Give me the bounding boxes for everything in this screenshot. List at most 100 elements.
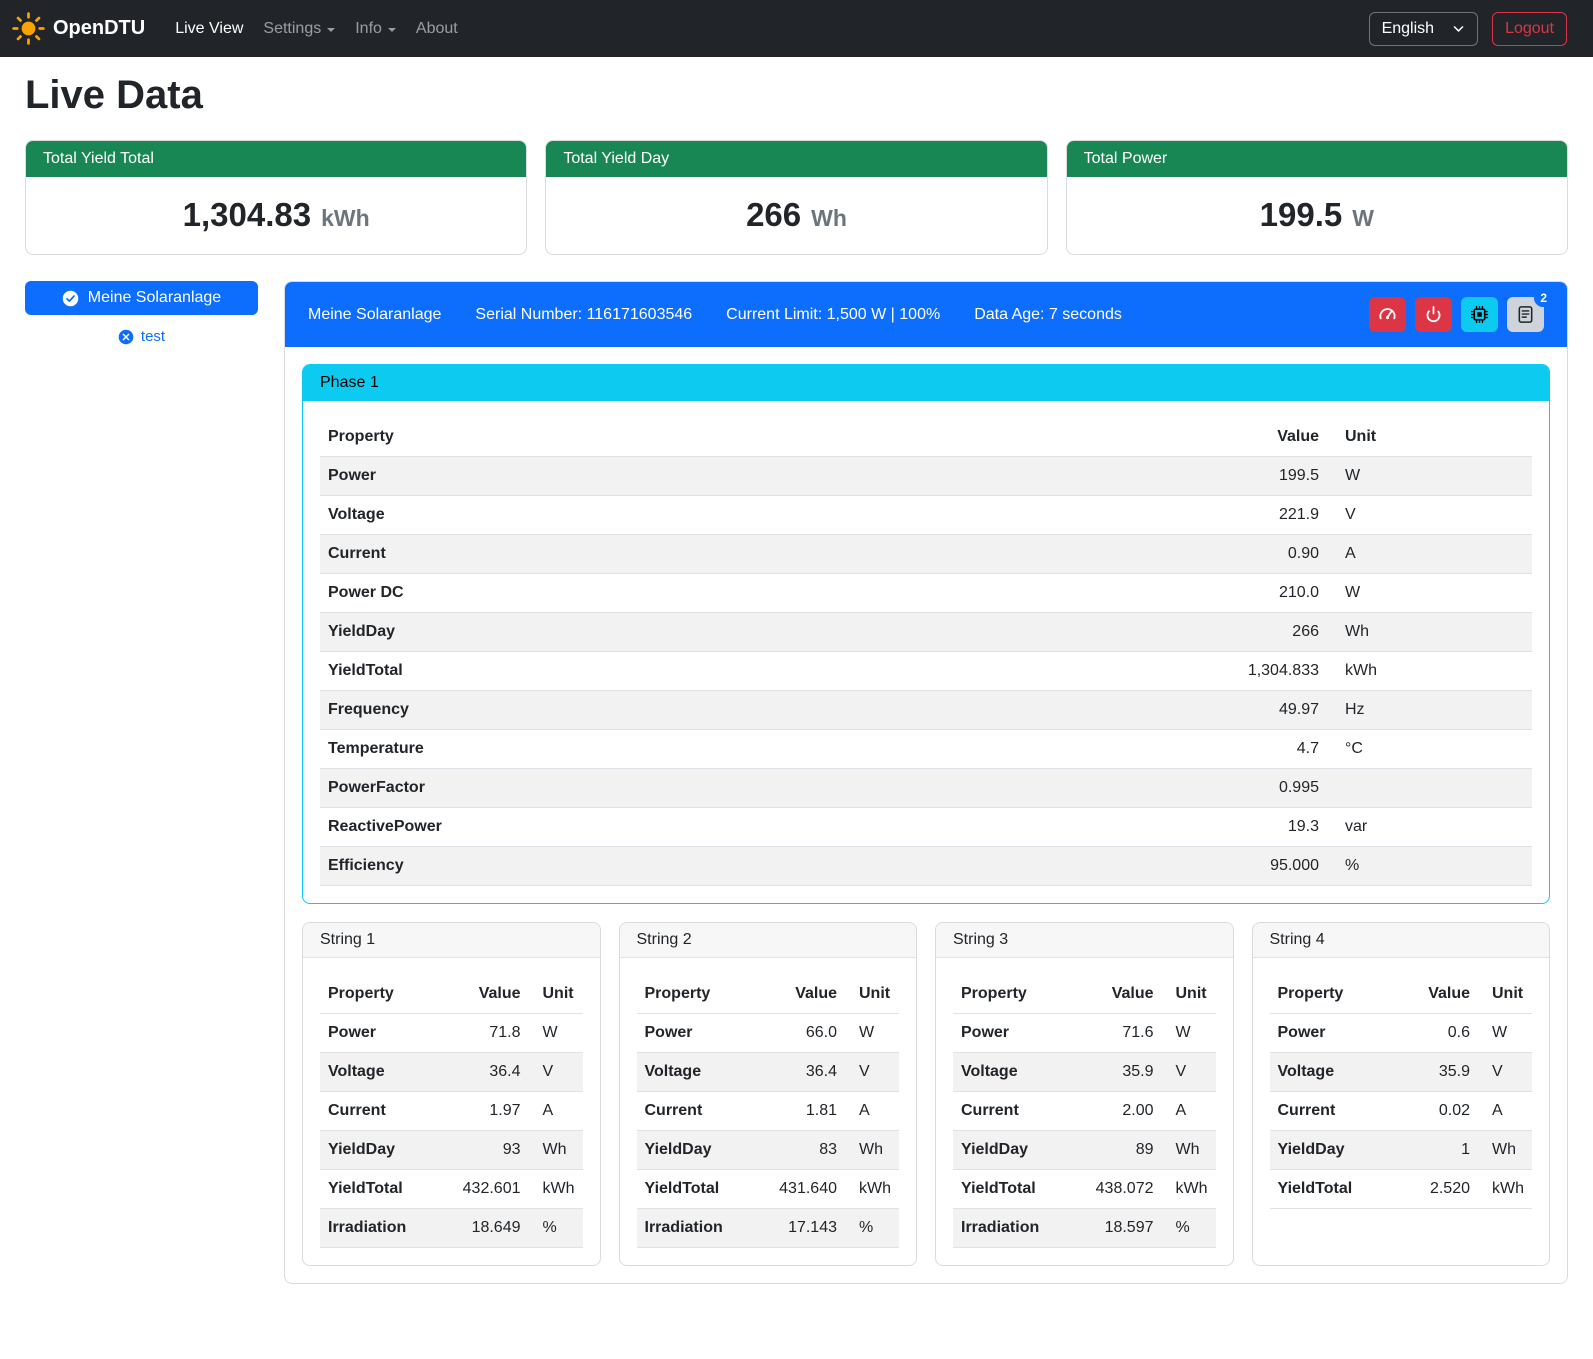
property-cell: YieldDay bbox=[953, 1131, 1088, 1170]
nav-settings[interactable]: Settings bbox=[253, 12, 345, 46]
total-power-card: Total Power 199.5 W bbox=[1066, 140, 1568, 255]
value-cell: 36.4 bbox=[455, 1053, 529, 1092]
unit-cell: W bbox=[1327, 457, 1532, 496]
power-control-button[interactable] bbox=[1415, 297, 1452, 332]
string-2-card: String 2 Property Value Unit bbox=[619, 922, 918, 1266]
property-cell: Current bbox=[320, 535, 1147, 574]
value-cell: 1.81 bbox=[771, 1092, 845, 1131]
value-cell: 0.6 bbox=[1404, 1014, 1478, 1053]
total-yield-total-card: Total Yield Total 1,304.83 kWh bbox=[25, 140, 527, 255]
property-cell: Power bbox=[1270, 1014, 1405, 1053]
unit-cell: kWh bbox=[1327, 652, 1532, 691]
event-count-badge: 2 bbox=[1534, 289, 1553, 307]
card-value: 266 bbox=[746, 196, 801, 234]
table-row: Current1.81A bbox=[637, 1092, 900, 1131]
string-4-title: String 4 bbox=[1253, 923, 1550, 958]
card-body: 199.5 W bbox=[1067, 177, 1567, 254]
value-cell: 2.520 bbox=[1404, 1170, 1478, 1209]
table-header-row: Property Value Unit bbox=[1270, 975, 1533, 1014]
top-navbar: OpenDTU Live View Settings Info About En… bbox=[0, 0, 1593, 57]
string-3-body: Property Value Unit Power71.6W Voltage35… bbox=[936, 958, 1233, 1265]
card-unit: W bbox=[1352, 205, 1374, 232]
language-select[interactable]: English bbox=[1369, 12, 1478, 46]
col-unit: Unit bbox=[1478, 975, 1532, 1014]
card-value: 1,304.83 bbox=[183, 196, 311, 234]
property-cell: YieldTotal bbox=[320, 1170, 455, 1209]
col-property: Property bbox=[1270, 975, 1405, 1014]
table-row: Voltage35.9V bbox=[1270, 1053, 1533, 1092]
table-row: YieldTotal438.072kWh bbox=[953, 1170, 1216, 1209]
phase-1-table: Property Value Unit Power199.5W Voltage2… bbox=[320, 418, 1532, 886]
table-row: Current1.97A bbox=[320, 1092, 583, 1131]
property-cell: YieldTotal bbox=[637, 1170, 772, 1209]
strings-row: String 1 Property Value Unit bbox=[302, 922, 1550, 1266]
panel-actions: 2 bbox=[1369, 297, 1544, 332]
page-content: Live Data Total Yield Total 1,304.83 kWh… bbox=[0, 73, 1593, 1314]
phase-1-body: Property Value Unit Power199.5W Voltage2… bbox=[303, 401, 1549, 903]
unit-cell: Wh bbox=[1327, 613, 1532, 652]
nav-live-view[interactable]: Live View bbox=[165, 12, 253, 46]
check-circle-icon bbox=[62, 290, 79, 307]
value-cell: 1,304.833 bbox=[1147, 652, 1327, 691]
table-row: YieldDay83Wh bbox=[637, 1131, 900, 1170]
limit-settings-button[interactable] bbox=[1369, 297, 1406, 332]
table-row: YieldTotal2.520kWh bbox=[1270, 1170, 1533, 1209]
current-limit: Current Limit: 1,500 W | 100% bbox=[726, 306, 940, 324]
unit-cell: V bbox=[529, 1053, 583, 1092]
inverter-item-test[interactable]: test bbox=[25, 328, 258, 345]
event-log-button[interactable]: 2 bbox=[1507, 297, 1544, 332]
string-2-title: String 2 bbox=[620, 923, 917, 958]
table-row: Voltage36.4V bbox=[637, 1053, 900, 1092]
inverter-select-label: Meine Solaranlage bbox=[88, 289, 221, 307]
unit-cell: W bbox=[529, 1014, 583, 1053]
unit-cell: W bbox=[1478, 1014, 1532, 1053]
value-cell: 95.000 bbox=[1147, 847, 1327, 886]
card-unit: Wh bbox=[811, 205, 847, 232]
brand[interactable]: OpenDTU bbox=[12, 12, 145, 45]
logout-button[interactable]: Logout bbox=[1492, 12, 1567, 46]
value-cell: 0.90 bbox=[1147, 535, 1327, 574]
unit-cell: Wh bbox=[845, 1131, 899, 1170]
nav-info[interactable]: Info bbox=[345, 12, 406, 46]
unit-cell: A bbox=[529, 1092, 583, 1131]
navbar-right: English Logout bbox=[1369, 12, 1567, 46]
inverter-select-button[interactable]: Meine Solaranlage bbox=[25, 281, 258, 315]
brand-label: OpenDTU bbox=[53, 17, 145, 40]
unit-cell: kWh bbox=[845, 1170, 899, 1209]
unit-cell: W bbox=[1327, 574, 1532, 613]
value-cell: 18.597 bbox=[1088, 1209, 1162, 1248]
value-cell: 210.0 bbox=[1147, 574, 1327, 613]
serial-number: Serial Number: 116171603546 bbox=[475, 306, 692, 324]
table-row: YieldDay93Wh bbox=[320, 1131, 583, 1170]
value-cell: 89 bbox=[1088, 1131, 1162, 1170]
nav-about[interactable]: About bbox=[406, 12, 468, 46]
property-cell: Power bbox=[637, 1014, 772, 1053]
card-unit: kWh bbox=[321, 205, 370, 232]
device-info-button[interactable] bbox=[1461, 297, 1498, 332]
table-row: Current0.90A bbox=[320, 535, 1532, 574]
string-2-table: Property Value Unit Power66.0W Voltage36… bbox=[637, 975, 900, 1248]
unit-cell: A bbox=[1162, 1092, 1216, 1131]
property-cell: Current bbox=[953, 1092, 1088, 1131]
property-cell: YieldDay bbox=[637, 1131, 772, 1170]
speedometer-icon bbox=[1378, 305, 1397, 324]
table-header-row: Property Value Unit bbox=[953, 975, 1216, 1014]
value-cell: 17.143 bbox=[771, 1209, 845, 1248]
table-row: Power DC210.0W bbox=[320, 574, 1532, 613]
unit-cell: A bbox=[1327, 535, 1532, 574]
language-select-value: English bbox=[1382, 20, 1434, 38]
unit-cell: % bbox=[1162, 1209, 1216, 1248]
property-cell: Irradiation bbox=[320, 1209, 455, 1248]
property-cell: YieldTotal bbox=[953, 1170, 1088, 1209]
value-cell: 1.97 bbox=[455, 1092, 529, 1131]
unit-cell: V bbox=[1327, 496, 1532, 535]
journal-list-icon bbox=[1516, 305, 1535, 324]
table-row: Voltage35.9V bbox=[953, 1053, 1216, 1092]
chevron-down-icon bbox=[1452, 22, 1465, 35]
property-cell: Temperature bbox=[320, 730, 1147, 769]
table-row: Voltage36.4V bbox=[320, 1053, 583, 1092]
table-row: Power71.8W bbox=[320, 1014, 583, 1053]
string-4-body: Property Value Unit Power0.6W Voltage35.… bbox=[1253, 958, 1550, 1226]
inverter-item-test-label: test bbox=[141, 328, 165, 345]
property-cell: Power DC bbox=[320, 574, 1147, 613]
